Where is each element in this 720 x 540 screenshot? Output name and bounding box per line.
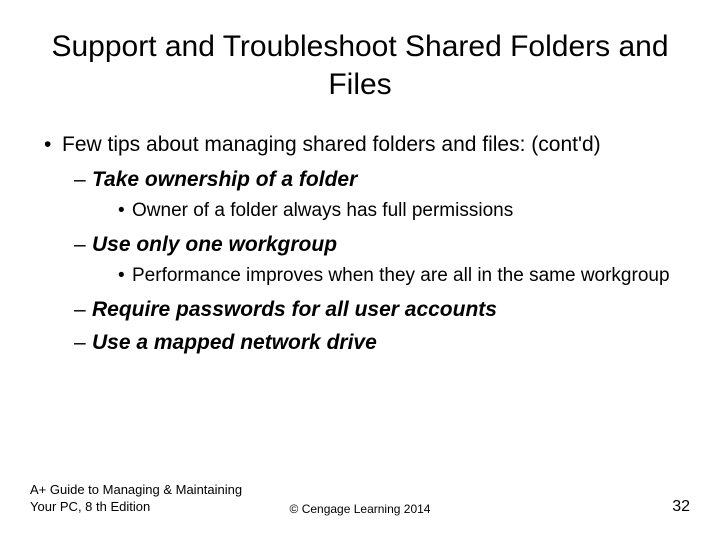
sub-list: –Take ownership of a folder •Owner of a … — [74, 166, 690, 357]
slide-title: Support and Troubleshoot Shared Folders … — [30, 28, 690, 103]
bullet-dot: • — [44, 131, 62, 158]
footer-copyright: © Cengage Learning 2014 — [290, 502, 431, 516]
item-label: Require passwords for all user accounts — [92, 298, 497, 321]
list-item: –Use a mapped network drive — [74, 329, 690, 357]
dash-icon: – — [74, 329, 92, 357]
subitem-text: Performance improves when they are all i… — [132, 265, 670, 286]
bullet-dot: • — [118, 264, 132, 289]
main-bullet-text: Few tips about managing shared folders a… — [62, 133, 601, 156]
item-label: Use a mapped network drive — [92, 331, 377, 354]
footer-left: A+ Guide to Managing & Maintaining Your … — [30, 482, 270, 516]
list-item: –Require passwords for all user accounts — [74, 296, 690, 324]
list-item: –Take ownership of a folder — [74, 166, 690, 194]
dash-icon: – — [74, 296, 92, 324]
item-label: Take ownership of a folder — [92, 168, 357, 191]
list-subitem: •Owner of a folder always has full permi… — [118, 199, 690, 224]
item-label: Use only one workgroup — [92, 233, 337, 256]
list-item: –Use only one workgroup — [74, 231, 690, 259]
list-subitem: •Performance improves when they are all … — [118, 264, 690, 289]
subitem-text: Owner of a folder always has full permis… — [132, 200, 513, 221]
bullet-dot: • — [118, 199, 132, 224]
page-number: 32 — [672, 498, 690, 516]
dash-icon: – — [74, 231, 92, 259]
main-bullet: •Few tips about managing shared folders … — [44, 131, 690, 158]
dash-icon: – — [74, 166, 92, 194]
footer: A+ Guide to Managing & Maintaining Your … — [30, 482, 690, 516]
